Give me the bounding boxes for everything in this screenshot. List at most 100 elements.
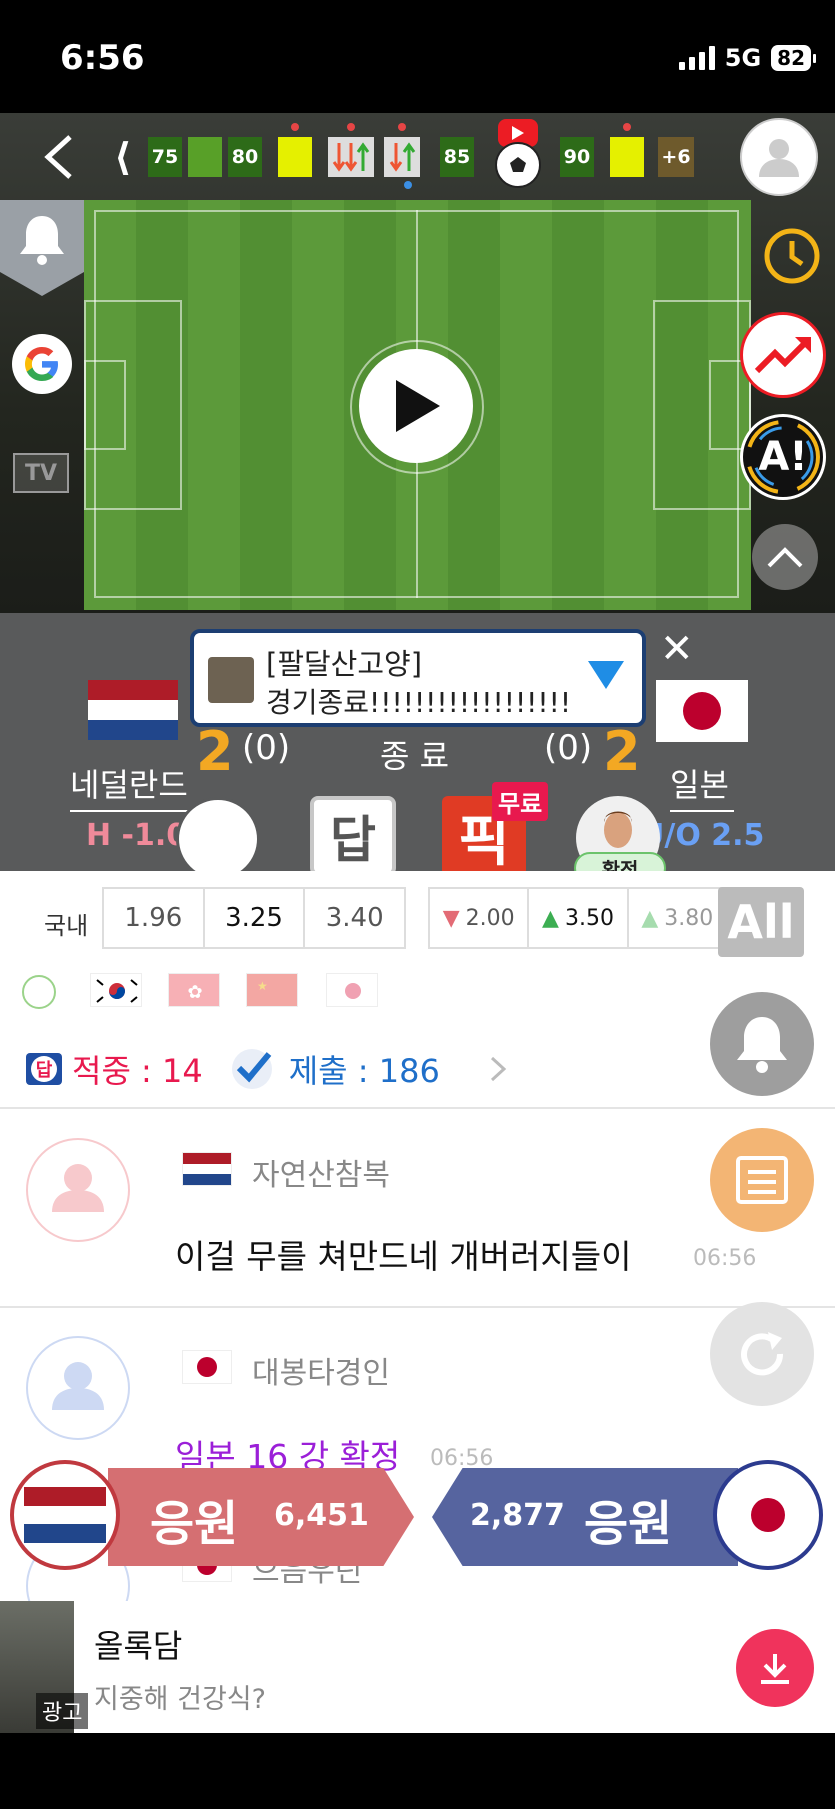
home-score: 2 bbox=[196, 720, 234, 783]
home-cheer-count: 6,451 bbox=[274, 1498, 369, 1533]
free-badge: 무료 bbox=[492, 782, 549, 821]
timeline-minute[interactable]: 85 bbox=[440, 137, 474, 177]
event-timeline[interactable]: ⟨ 75 80 85 90 +6 bbox=[0, 113, 835, 200]
play-icon bbox=[396, 380, 440, 432]
ad-title[interactable]: 올록담 bbox=[94, 1621, 182, 1667]
home-team-name[interactable]: 네덜란드 bbox=[70, 760, 188, 806]
divider bbox=[0, 1107, 835, 1109]
chat-toast[interactable]: [팔달산고양] 경기종료!!!!!!!!!!!!!!!!!! bbox=[190, 629, 646, 727]
home-cheer-label: 응원 bbox=[150, 1496, 239, 1552]
list-icon bbox=[736, 1156, 788, 1204]
domestic-odds[interactable]: 1.96 3.25 3.40 bbox=[102, 887, 406, 949]
profile-button[interactable] bbox=[740, 118, 818, 196]
down-arrow-icon: ▼ bbox=[442, 905, 460, 931]
substitution-icon[interactable] bbox=[328, 137, 374, 177]
odds-draw[interactable]: 3.25 bbox=[205, 889, 306, 947]
stats-row[interactable]: 답 적중 : 14 제출 : 186 bbox=[24, 1046, 508, 1092]
odds-change-up[interactable]: ▲ 3.80 bbox=[629, 889, 726, 947]
globe-icon[interactable] bbox=[22, 975, 56, 1009]
signal-icon bbox=[678, 46, 715, 70]
chevron-right-icon bbox=[490, 1056, 507, 1082]
match-status: 종 료 bbox=[380, 737, 450, 775]
refresh-icon bbox=[741, 1332, 784, 1376]
download-button[interactable] bbox=[736, 1629, 814, 1707]
flag-hk[interactable]: ✿ bbox=[168, 973, 220, 1007]
odds-change-up[interactable]: ▲ 3.50 bbox=[529, 889, 629, 947]
odds-change-down[interactable]: ▼ 2.00 bbox=[430, 889, 530, 947]
all-odds-button[interactable]: All bbox=[718, 887, 804, 957]
odds-home[interactable]: 1.96 bbox=[104, 889, 205, 947]
tv-button[interactable]: TV bbox=[13, 453, 69, 493]
timeline-minute[interactable]: 80 bbox=[228, 137, 262, 177]
comment-username[interactable]: 대봉타경인 bbox=[252, 1348, 390, 1392]
status-indicators: 5G 82 bbox=[678, 44, 816, 72]
check-icon bbox=[231, 1049, 272, 1089]
away-cheer-flag[interactable] bbox=[713, 1460, 823, 1570]
bell-icon bbox=[737, 1017, 787, 1073]
yellow-card-icon[interactable] bbox=[610, 137, 644, 177]
ad-tag: 광고 bbox=[36, 1693, 89, 1729]
timeline-minute[interactable]: 75 bbox=[148, 137, 182, 177]
prediction-circle[interactable] bbox=[176, 797, 260, 881]
trend-up-icon bbox=[754, 337, 811, 374]
clock-icon bbox=[764, 228, 820, 284]
refresh-button[interactable] bbox=[710, 1302, 814, 1406]
event-dot bbox=[398, 123, 406, 131]
user-icon bbox=[759, 139, 799, 177]
handicap-label: H -1.0 bbox=[86, 818, 188, 853]
timeline-start-icon: ⟨ bbox=[114, 135, 132, 179]
home-flag-nl bbox=[88, 680, 178, 740]
comment-avatar[interactable] bbox=[26, 1336, 130, 1440]
timeline-minute[interactable]: 90 bbox=[560, 137, 594, 177]
svg-text:✿: ✿ bbox=[187, 982, 202, 1003]
google-icon bbox=[25, 347, 58, 381]
odds-away[interactable]: 3.40 bbox=[305, 889, 404, 947]
status-time: 6:56 bbox=[60, 38, 145, 78]
submit-count: 제출 : 186 bbox=[288, 1052, 440, 1090]
away-score: 2 bbox=[603, 720, 641, 783]
scroll-up-button[interactable] bbox=[752, 524, 818, 590]
flag-jp[interactable] bbox=[326, 973, 378, 1007]
yellow-card-icon[interactable] bbox=[278, 137, 312, 177]
event-dot bbox=[404, 181, 412, 189]
timeline-event-green[interactable] bbox=[188, 137, 222, 177]
away-halftime: (0) bbox=[544, 728, 593, 768]
away-team-name[interactable]: 일본 bbox=[670, 760, 729, 806]
flag-kr[interactable] bbox=[90, 973, 142, 1007]
up-arrow-icon: ▲ bbox=[641, 905, 659, 931]
hit-count: 적중 : 14 bbox=[72, 1052, 203, 1090]
google-button[interactable] bbox=[12, 334, 72, 394]
board-button[interactable] bbox=[710, 1128, 814, 1232]
substitution-icon[interactable] bbox=[384, 137, 420, 177]
answer-button[interactable]: 답 bbox=[310, 796, 396, 876]
event-dot bbox=[291, 123, 299, 131]
comment-avatar[interactable] bbox=[26, 1138, 130, 1242]
toast-avatar bbox=[208, 657, 254, 703]
timeline-more[interactable]: +6 bbox=[658, 137, 694, 177]
cheer-bar: 응원 6,451 2,877 응원 bbox=[0, 1458, 835, 1570]
alarm-button[interactable] bbox=[710, 992, 814, 1096]
chevron-down-icon[interactable] bbox=[588, 661, 624, 689]
ai-button[interactable]: A! bbox=[740, 414, 826, 500]
comment-username[interactable]: 자연산참복 bbox=[252, 1150, 390, 1194]
close-icon[interactable]: ✕ bbox=[660, 626, 694, 672]
battery-level: 82 bbox=[771, 45, 816, 71]
chevron-up-icon bbox=[767, 547, 803, 568]
comment-flag-jp bbox=[182, 1350, 232, 1384]
odds-changes[interactable]: ▼ 2.00 ▲ 3.50 ▲ 3.80 bbox=[428, 887, 728, 949]
ad-banner[interactable]: 광고 올록담 지중해 건강식? bbox=[0, 1601, 835, 1733]
home-cheer-flag[interactable] bbox=[10, 1460, 120, 1570]
flag-cn[interactable]: ★ bbox=[246, 973, 298, 1007]
home-halftime: (0) bbox=[242, 728, 291, 768]
divider bbox=[0, 1306, 835, 1308]
back-icon[interactable] bbox=[40, 133, 80, 181]
goal-video-icon[interactable] bbox=[490, 119, 546, 189]
event-dot bbox=[623, 123, 631, 131]
trend-button[interactable] bbox=[740, 312, 826, 398]
away-flag-jp bbox=[656, 680, 748, 742]
event-dot bbox=[347, 123, 355, 131]
download-icon bbox=[761, 1654, 789, 1684]
hit-icon: 답 bbox=[26, 1053, 62, 1085]
play-button[interactable] bbox=[359, 349, 473, 463]
clock-button[interactable] bbox=[758, 222, 826, 290]
